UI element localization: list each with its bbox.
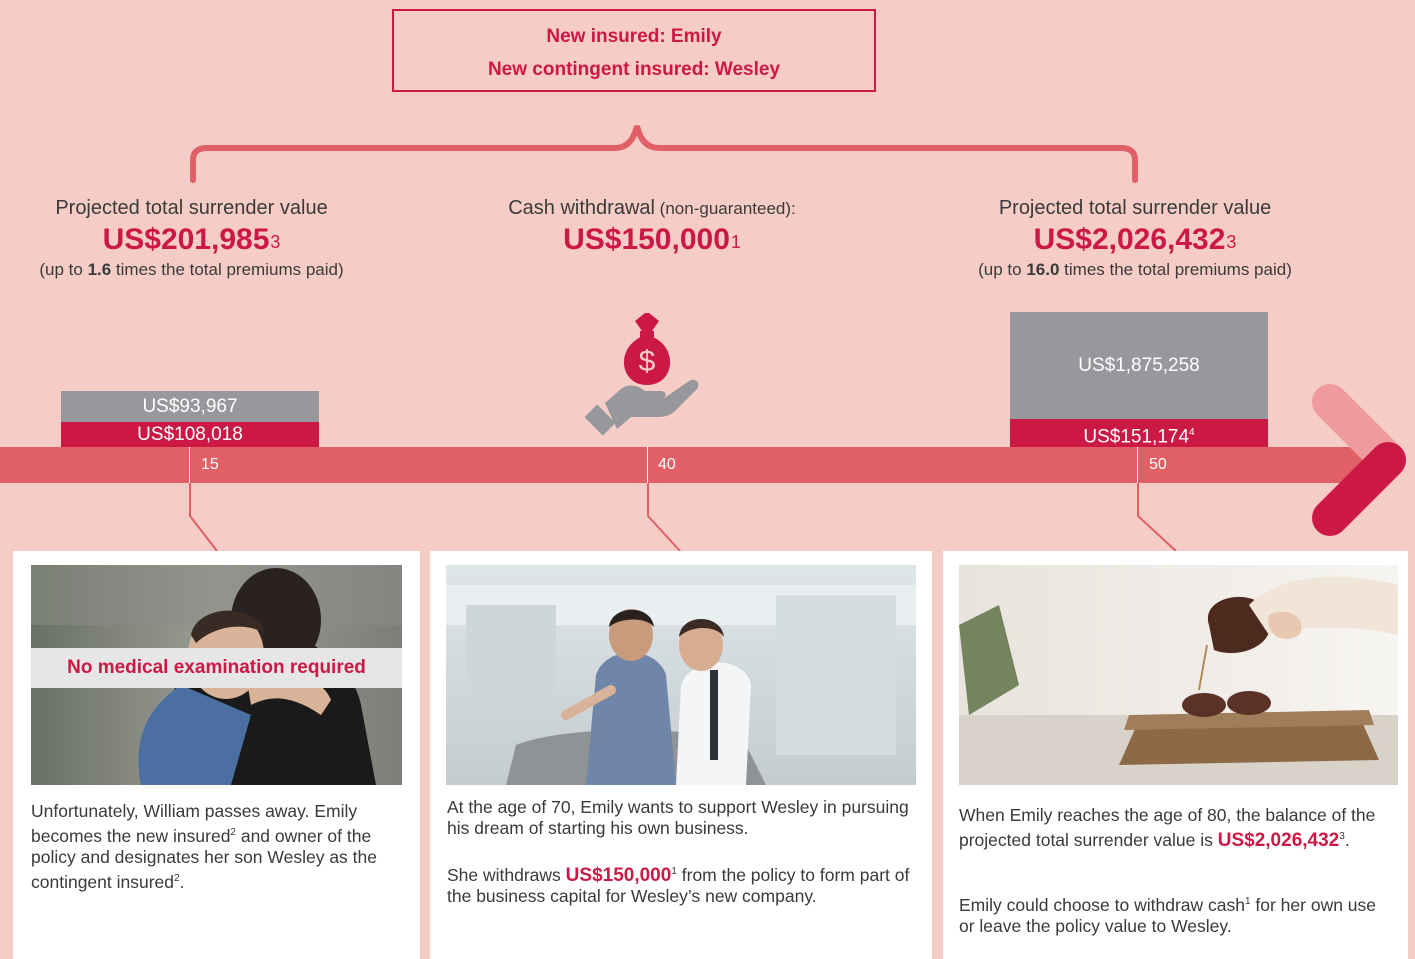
card3-para1: When Emily reaches the age of 80, the ba… — [959, 805, 1394, 851]
business-photo — [446, 565, 916, 785]
card2-amount: US$150,000 — [565, 864, 672, 886]
card2-para1: At the age of 70, Emily wants to support… — [447, 797, 909, 838]
card3-para1-post: . — [1344, 829, 1350, 850]
card3-amount: US$2,026,432 — [1217, 829, 1340, 851]
tea-photo — [959, 565, 1398, 785]
card-william-passes: Unfortunately, William passes away. Emil… — [13, 551, 420, 959]
card2-para2: She withdraws US$150,0001 from the polic… — [447, 861, 917, 907]
card2-para2-pre: She withdraws — [447, 864, 566, 885]
no-medical-exam-badge: No medical examination required — [31, 648, 402, 688]
card1-text-part3: . — [179, 871, 185, 892]
card1-text: Unfortunately, William passes away. Emil… — [31, 801, 401, 893]
card3-para2: Emily could choose to withdraw cash1 for… — [959, 891, 1394, 937]
card-business-support: At the age of 70, Emily wants to support… — [430, 551, 932, 959]
card3-para2-pre: Emily could choose to withdraw cash — [959, 894, 1245, 915]
card-emily-age-80: When Emily reaches the age of 80, the ba… — [943, 551, 1408, 959]
